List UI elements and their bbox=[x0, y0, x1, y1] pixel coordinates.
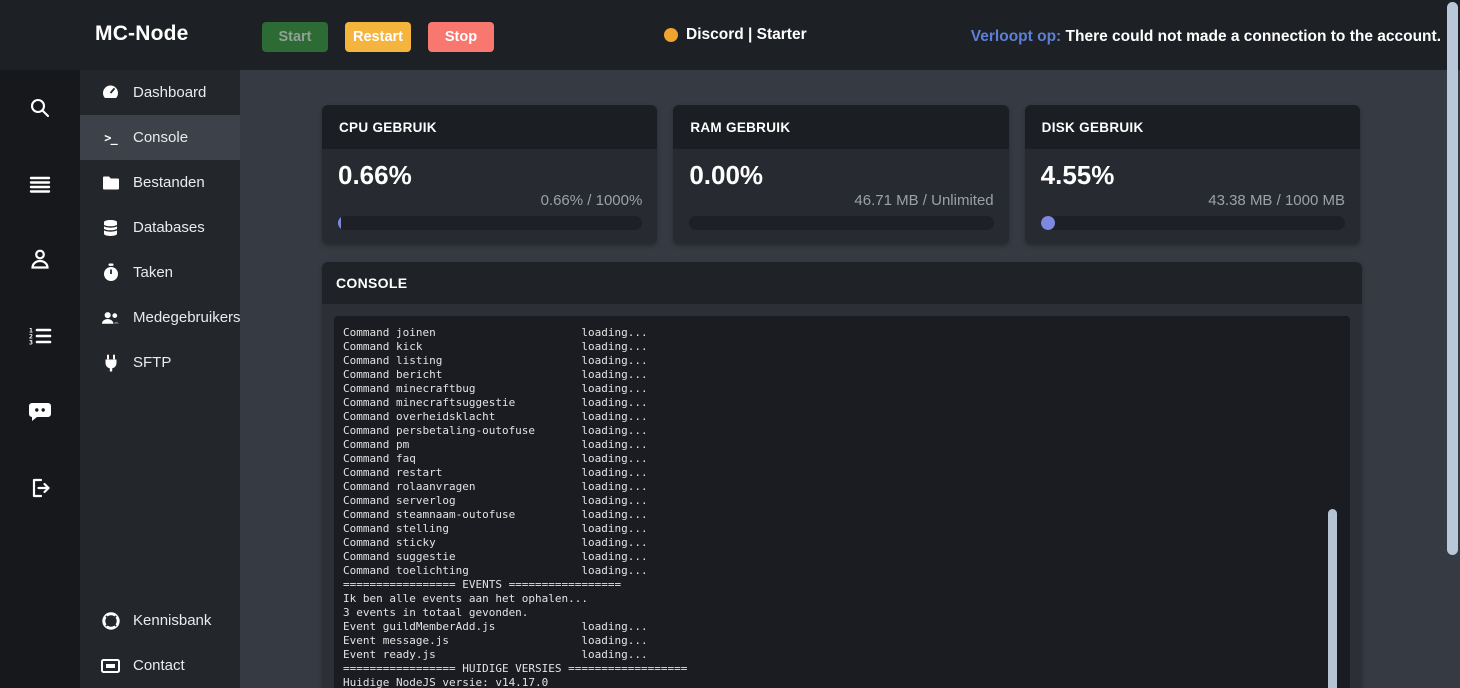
sidebar-item-contact[interactable]: Contact bbox=[80, 643, 240, 688]
main-content: CPU GEBRUIK 0.66% 0.66% / 1000% RAM GEBR… bbox=[240, 70, 1460, 688]
gauge-icon bbox=[101, 83, 120, 102]
console-line: ================= HUIDIGE VERSIES ======… bbox=[343, 662, 1350, 676]
sidebar-item-label: Console bbox=[133, 129, 188, 146]
sidebar-item-label: Databases bbox=[133, 219, 205, 236]
stopwatch-icon bbox=[101, 263, 120, 282]
logout-icon[interactable] bbox=[24, 472, 56, 504]
console-line: Ik ben alle events aan het ophalen... bbox=[343, 592, 1350, 606]
console-line: Command kickloading... bbox=[343, 340, 1350, 354]
console-line: Command steamnaam-outofuseloading... bbox=[343, 508, 1350, 522]
console-line: Command overheidsklachtloading... bbox=[343, 410, 1350, 424]
cpu-usage-detail: 0.66% / 1000% bbox=[338, 192, 642, 209]
stat-cards-row: CPU GEBRUIK 0.66% 0.66% / 1000% RAM GEBR… bbox=[322, 105, 1360, 244]
server-name: Discord | Starter bbox=[686, 26, 807, 44]
console-line: Command suggestieloading... bbox=[343, 550, 1350, 564]
ram-usage-detail: 46.71 MB / Unlimited bbox=[689, 192, 993, 209]
disk-usage-detail: 43.38 MB / 1000 MB bbox=[1041, 192, 1345, 209]
svg-text:3: 3 bbox=[29, 338, 33, 346]
contact-icon bbox=[101, 659, 120, 673]
sidebar-item-label: SFTP bbox=[133, 354, 171, 371]
terminal-icon: >_ bbox=[101, 131, 120, 145]
database-icon bbox=[101, 219, 120, 237]
sidebar-item-console[interactable]: >_ Console bbox=[80, 115, 240, 160]
console-line: 3 events in totaal gevonden. bbox=[343, 606, 1350, 620]
console-line: Command persbetaling-outofuseloading... bbox=[343, 424, 1350, 438]
sidebar-item-bestanden[interactable]: Bestanden bbox=[80, 160, 240, 205]
cpu-usage-card: CPU GEBRUIK 0.66% 0.66% / 1000% bbox=[322, 105, 657, 244]
server-status: Discord | Starter bbox=[664, 26, 807, 44]
users-icon bbox=[101, 310, 120, 326]
console-line: Event guildMemberAdd.jsloading... bbox=[343, 620, 1350, 634]
folder-icon bbox=[101, 175, 120, 191]
power-buttons: Start Restart Stop bbox=[262, 22, 494, 52]
sidebar-item-label: Contact bbox=[133, 657, 185, 674]
disk-usage-card: DISK GEBRUIK 4.55% 43.38 MB / 1000 MB bbox=[1025, 105, 1360, 244]
console-line: Command serverlogloading... bbox=[343, 494, 1350, 508]
ordered-list-icon[interactable]: 123 bbox=[24, 320, 56, 352]
console-line: Command faqloading... bbox=[343, 452, 1350, 466]
stop-button[interactable]: Stop bbox=[428, 22, 494, 52]
console-line: Event message.jsloading... bbox=[343, 634, 1350, 648]
sidebar-item-label: Bestanden bbox=[133, 174, 205, 191]
ram-usage-value: 0.00% bbox=[689, 160, 993, 191]
sidebar-item-medegebruikers[interactable]: Medegebruikers bbox=[80, 295, 240, 340]
menu-bars-icon[interactable] bbox=[24, 168, 56, 200]
console-output[interactable]: Command joinenloading...Command kickload… bbox=[334, 316, 1350, 688]
user-icon[interactable] bbox=[24, 243, 56, 275]
status-dot-icon bbox=[664, 28, 678, 42]
expiry-notice: Verloopt op: There could not made a conn… bbox=[971, 28, 1441, 46]
page-scrollbar-thumb[interactable] bbox=[1447, 2, 1458, 555]
search-icon[interactable] bbox=[24, 92, 56, 124]
sidebar-item-label: Kennisbank bbox=[133, 612, 211, 629]
sidebar-item-sftp[interactable]: SFTP bbox=[80, 340, 240, 385]
sidebar-item-label: Dashboard bbox=[133, 84, 206, 101]
plug-icon bbox=[101, 354, 120, 372]
icon-rail: 123 bbox=[0, 70, 80, 688]
ram-usage-card: RAM GEBRUIK 0.00% 46.71 MB / Unlimited bbox=[673, 105, 1008, 244]
cpu-progress-fill bbox=[338, 216, 341, 230]
expiry-message: There could not made a connection to the… bbox=[1066, 28, 1441, 45]
sidebar-item-label: Medegebruikers bbox=[133, 309, 241, 326]
restart-button[interactable]: Restart bbox=[345, 22, 411, 52]
console-title: CONSOLE bbox=[322, 262, 1362, 304]
app-brand: MC-Node bbox=[95, 22, 189, 46]
ram-progress-track bbox=[689, 216, 993, 230]
sidebar-item-taken[interactable]: Taken bbox=[80, 250, 240, 295]
sidebar-item-databases[interactable]: Databases bbox=[80, 205, 240, 250]
cpu-usage-value: 0.66% bbox=[338, 160, 642, 191]
console-line: Huidige NodeJS versie: v14.17.0 bbox=[343, 676, 1350, 688]
console-line: Command joinenloading... bbox=[343, 326, 1350, 340]
life-ring-icon bbox=[101, 612, 120, 630]
card-title: CPU GEBRUIK bbox=[322, 105, 657, 149]
console-panel: CONSOLE Command joinenloading...Command … bbox=[322, 262, 1362, 688]
sidebar-item-dashboard[interactable]: Dashboard bbox=[80, 70, 240, 115]
sidebar-item-label: Taken bbox=[133, 264, 173, 281]
discord-icon[interactable] bbox=[24, 395, 56, 427]
card-title: RAM GEBRUIK bbox=[673, 105, 1008, 149]
console-line: Command toelichtingloading... bbox=[343, 564, 1350, 578]
disk-progress-track bbox=[1041, 216, 1345, 230]
expiry-label: Verloopt op: bbox=[971, 28, 1061, 45]
console-line: Command restartloading... bbox=[343, 466, 1350, 480]
console-line: Command rolaanvragenloading... bbox=[343, 480, 1350, 494]
console-line: Command stickyloading... bbox=[343, 536, 1350, 550]
console-line: Command pmloading... bbox=[343, 438, 1350, 452]
console-line: Event ready.jsloading... bbox=[343, 648, 1350, 662]
start-button[interactable]: Start bbox=[262, 22, 328, 52]
sidebar-nav: Dashboard >_ Console Bestanden Databases… bbox=[80, 70, 240, 688]
console-line: ================= EVENTS ===============… bbox=[343, 578, 1350, 592]
disk-progress-fill bbox=[1041, 216, 1055, 230]
console-line: Command stellingloading... bbox=[343, 522, 1350, 536]
console-line: Command minecraftbugloading... bbox=[343, 382, 1350, 396]
sidebar-item-kennisbank[interactable]: Kennisbank bbox=[80, 598, 240, 643]
console-line: Command berichtloading... bbox=[343, 368, 1350, 382]
card-title: DISK GEBRUIK bbox=[1025, 105, 1360, 149]
console-line: Command listingloading... bbox=[343, 354, 1350, 368]
console-line: Command minecraftsuggestieloading... bbox=[343, 396, 1350, 410]
cpu-progress-track bbox=[338, 216, 642, 230]
disk-usage-value: 4.55% bbox=[1041, 160, 1345, 191]
sidebar-bottom-group: Kennisbank Contact bbox=[80, 598, 240, 688]
topbar: MC-Node Start Restart Stop Discord | Sta… bbox=[0, 0, 1460, 70]
